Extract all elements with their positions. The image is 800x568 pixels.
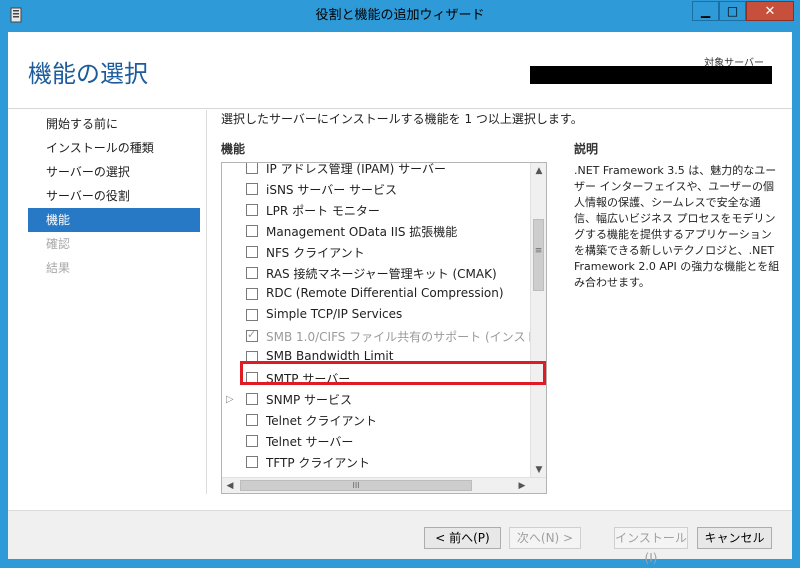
- nav-item-installation-type[interactable]: インストールの種類: [28, 136, 200, 160]
- feature-checkbox[interactable]: [246, 288, 258, 300]
- feature-item[interactable]: SMB Bandwidth Limit: [222, 348, 528, 368]
- nav-item-label: 機能: [46, 213, 71, 227]
- features-heading: 機能: [221, 142, 246, 156]
- nav-item-label: インストールの種類: [46, 141, 154, 155]
- feature-item[interactable]: RDC (Remote Differential Compression): [222, 285, 528, 305]
- feature-item[interactable]: ▷ SNMP サービス: [222, 390, 528, 410]
- feature-checkbox[interactable]: [246, 267, 258, 279]
- feature-label: NFS クライアント: [266, 246, 365, 260]
- nav-item-label: 結果: [46, 261, 71, 275]
- feature-checkbox[interactable]: [246, 414, 258, 426]
- feature-checkbox[interactable]: [246, 456, 258, 468]
- feature-label: RAS 接続マネージャー管理キット (CMAK): [266, 267, 497, 281]
- nav-divider: [206, 110, 207, 494]
- horizontal-scroll-thumb[interactable]: III: [240, 480, 472, 491]
- nav-item-label: 確認: [46, 237, 71, 251]
- scroll-corner: [530, 478, 546, 493]
- feature-label: SMTP サーバー: [266, 372, 351, 386]
- minimize-button[interactable]: ▁: [692, 1, 719, 21]
- feature-checkbox[interactable]: [246, 183, 258, 195]
- feature-item[interactable]: iSNS サーバー サービス: [222, 180, 528, 200]
- nav-item-features[interactable]: 機能: [28, 208, 200, 232]
- feature-checkbox[interactable]: [246, 246, 258, 258]
- feature-label: IP アドレス管理 (IPAM) サーバー: [266, 163, 447, 176]
- feature-checkbox[interactable]: [246, 309, 258, 321]
- feature-label: Telnet サーバー: [266, 435, 354, 449]
- instruction-text: 選択したサーバーにインストールする機能を 1 つ以上選択します。: [221, 112, 583, 126]
- target-server-value: [530, 66, 772, 84]
- scroll-right-icon[interactable]: ▶: [514, 478, 530, 493]
- wizard-footer: < 前へ(P) 次へ(N) > インストール(I) キャンセル: [8, 510, 792, 565]
- feature-label: Management OData IIS 拡張機能: [266, 225, 458, 239]
- description-text: .NET Framework 3.5 は、魅力的なユーザー インターフェイスや、…: [574, 164, 780, 289]
- minimize-icon: ▁: [700, 4, 711, 18]
- feature-item-smb1-installed: SMB 1.0/CIFS ファイル共有のサポート (インストール済: [222, 327, 532, 347]
- feature-checkbox[interactable]: [246, 372, 258, 384]
- feature-item[interactable]: RAS 接続マネージャー管理キット (CMAK): [222, 264, 528, 284]
- nav-item-label: 開始する前に: [46, 117, 119, 131]
- maximize-button[interactable]: □: [719, 1, 746, 21]
- feature-label: SNMP サービス: [266, 393, 352, 407]
- feature-label: Simple TCP/IP Services: [266, 307, 403, 321]
- feature-label: SMB 1.0/CIFS ファイル共有のサポート (インストール済: [266, 330, 532, 344]
- nav-item-server-selection[interactable]: サーバーの選択: [28, 160, 200, 184]
- next-button: 次へ(N) >: [509, 527, 581, 549]
- horizontal-scrollbar[interactable]: ◀ III ▶: [222, 477, 546, 493]
- grip-icon: ≡: [534, 246, 543, 256]
- nav-item-server-roles[interactable]: サーバーの役割: [28, 184, 200, 208]
- feature-item[interactable]: LPR ポート モニター: [222, 201, 528, 221]
- wizard-nav: 開始する前に インストールの種類 サーバーの選択 サーバーの役割 機能 確認 結…: [28, 112, 200, 280]
- feature-label: LPR ポート モニター: [266, 204, 380, 218]
- feature-item[interactable]: NFS クライアント: [222, 243, 528, 263]
- feature-item[interactable]: IP アドレス管理 (IPAM) サーバー: [222, 163, 528, 179]
- feature-label: TFTP クライアント: [266, 456, 370, 470]
- vertical-scrollbar[interactable]: ▲ ≡ ▼: [530, 163, 546, 478]
- feature-item[interactable]: SMTP サーバー: [222, 369, 528, 389]
- feature-label: Telnet クライアント: [266, 414, 378, 428]
- title-bar[interactable]: 役割と機能の追加ウィザード ▁ □ ✕: [0, 0, 800, 32]
- features-list[interactable]: IP アドレス管理 (IPAM) サーバー iSNS サーバー サービス LPR…: [221, 162, 547, 494]
- feature-item[interactable]: Telnet サーバー: [222, 432, 528, 452]
- feature-label: SMB Bandwidth Limit: [266, 349, 394, 363]
- features-items: IP アドレス管理 (IPAM) サーバー iSNS サーバー サービス LPR…: [222, 163, 532, 478]
- feature-checkbox[interactable]: [246, 393, 258, 405]
- install-button: インストール(I): [614, 527, 688, 565]
- feature-item[interactable]: Simple TCP/IP Services: [222, 306, 528, 326]
- page-title: 機能の選択: [28, 60, 148, 88]
- feature-item[interactable]: Telnet クライアント: [222, 411, 528, 431]
- vertical-scroll-thumb[interactable]: ≡: [533, 219, 544, 291]
- feature-checkbox-checked: [246, 328, 258, 342]
- description-heading: 説明: [574, 142, 599, 156]
- feature-item[interactable]: Management OData IIS 拡張機能: [222, 222, 528, 242]
- scroll-up-icon[interactable]: ▲: [531, 163, 546, 179]
- nav-item-results: 結果: [28, 256, 200, 280]
- expand-arrow-icon[interactable]: ▷: [226, 393, 236, 407]
- feature-checkbox[interactable]: [246, 204, 258, 216]
- feature-label: RDC (Remote Differential Compression): [266, 286, 504, 300]
- feature-item[interactable]: TFTP クライアント: [222, 453, 528, 473]
- feature-checkbox[interactable]: [246, 163, 258, 174]
- maximize-icon: □: [726, 4, 739, 18]
- nav-item-label: サーバーの選択: [46, 165, 130, 179]
- wizard-header: 機能の選択 対象サーバー: [8, 32, 792, 109]
- scroll-down-icon[interactable]: ▼: [531, 462, 546, 478]
- feature-checkbox[interactable]: [246, 225, 258, 237]
- previous-button[interactable]: < 前へ(P): [424, 527, 501, 549]
- feature-label: iSNS サーバー サービス: [266, 183, 398, 197]
- nav-item-label: サーバーの役割: [46, 189, 130, 203]
- close-button[interactable]: ✕: [746, 1, 794, 21]
- window-title: 役割と機能の追加ウィザード: [315, 8, 485, 23]
- feature-checkbox[interactable]: [246, 435, 258, 447]
- cancel-button[interactable]: キャンセル: [697, 527, 772, 549]
- nav-item-before-you-begin[interactable]: 開始する前に: [28, 112, 200, 136]
- scroll-left-icon[interactable]: ◀: [222, 478, 238, 493]
- nav-item-confirmation: 確認: [28, 232, 200, 256]
- close-icon: ✕: [764, 3, 776, 19]
- feature-checkbox[interactable]: [246, 351, 258, 363]
- wizard-client-area: 機能の選択 対象サーバー 開始する前に インストールの種類 サーバーの選択 サー…: [8, 32, 792, 565]
